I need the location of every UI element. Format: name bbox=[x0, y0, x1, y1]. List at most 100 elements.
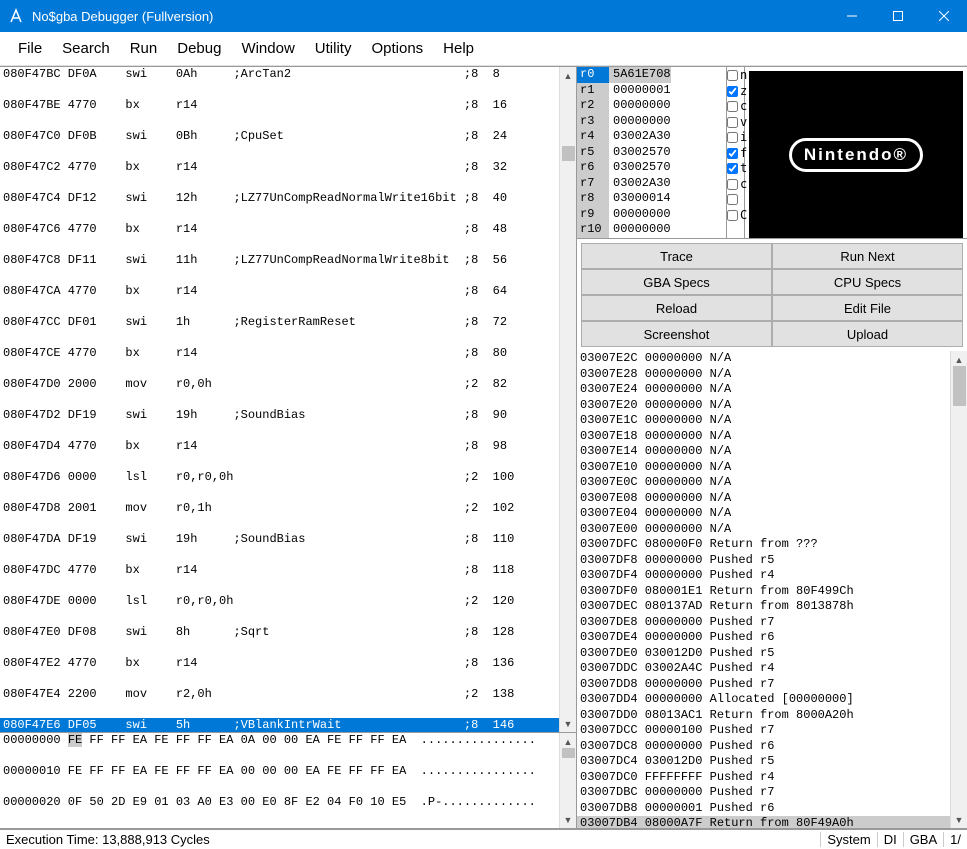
scroll-down-icon[interactable]: ▼ bbox=[953, 813, 966, 826]
flag-v[interactable]: v bbox=[727, 115, 744, 131]
hex-panel[interactable]: 00000000 FE FF FF EA FE FF FF EA 0A 00 0… bbox=[0, 733, 576, 829]
register-r10[interactable]: r1000000000 bbox=[577, 222, 726, 238]
disasm-row[interactable]: 080F47DC 4770 bx r14 ;8 118 bbox=[0, 563, 559, 579]
scroll-up-icon[interactable]: ▲ bbox=[562, 735, 575, 748]
screenshot-button[interactable]: Screenshot bbox=[581, 321, 772, 347]
menu-file[interactable]: File bbox=[8, 36, 52, 61]
flag-n[interactable]: n bbox=[727, 68, 744, 84]
cpu-specs-button[interactable]: CPU Specs bbox=[772, 269, 963, 295]
stack-row[interactable]: 03007E04 00000000 N/A bbox=[577, 506, 950, 522]
stack-row[interactable]: 03007DEC 080137AD Return from 8013878h bbox=[577, 599, 950, 615]
stack-panel[interactable]: 03007E2C 00000000 N/A03007E28 00000000 N… bbox=[577, 351, 967, 829]
menu-utility[interactable]: Utility bbox=[305, 36, 362, 61]
hex-row[interactable]: 00000010 FE FF FF EA FE FF FF EA 00 00 0… bbox=[0, 764, 559, 780]
reload-button[interactable]: Reload bbox=[581, 295, 772, 321]
disasm-row[interactable]: 080F47C8 DF11 swi 11h ;LZ77UnCompReadNor… bbox=[0, 253, 559, 269]
stack-row[interactable]: 03007DF0 080001E1 Return from 80F499Ch bbox=[577, 584, 950, 600]
close-button[interactable] bbox=[921, 0, 967, 32]
menu-help[interactable]: Help bbox=[433, 36, 484, 61]
run-next-button[interactable]: Run Next bbox=[772, 243, 963, 269]
disasm-row[interactable]: 080F47CC DF01 swi 1h ;RegisterRamReset ;… bbox=[0, 315, 559, 331]
trace-button[interactable]: Trace bbox=[581, 243, 772, 269]
stack-row[interactable]: 03007DF8 00000000 Pushed r5 bbox=[577, 553, 950, 569]
register-r7[interactable]: r703002A30 bbox=[577, 176, 726, 192]
hex-row[interactable]: 00000030 0F 50 BD E8 04 F0 5E E2 00 58 2… bbox=[0, 826, 559, 828]
menu-search[interactable]: Search bbox=[52, 36, 120, 61]
flag-checkbox[interactable] bbox=[727, 163, 738, 174]
stack-row[interactable]: 03007E18 00000000 N/A bbox=[577, 429, 950, 445]
flag-checkbox[interactable] bbox=[727, 86, 738, 97]
stack-row[interactable]: 03007DFC 080000F0 Return from ??? bbox=[577, 537, 950, 553]
flag-checkbox[interactable] bbox=[727, 70, 738, 81]
flag-z[interactable]: z bbox=[727, 84, 744, 100]
register-r1[interactable]: r100000001 bbox=[577, 83, 726, 99]
register-r3[interactable]: r300000000 bbox=[577, 114, 726, 130]
stack-row[interactable]: 03007DD8 00000000 Pushed r7 bbox=[577, 677, 950, 693]
edit-file-button[interactable]: Edit File bbox=[772, 295, 963, 321]
gba-specs-button[interactable]: GBA Specs bbox=[581, 269, 772, 295]
flag-c[interactable]: c bbox=[727, 99, 744, 115]
scroll-up-icon[interactable]: ▲ bbox=[562, 69, 575, 82]
disasm-row[interactable]: 080F47D4 4770 bx r14 ;8 98 bbox=[0, 439, 559, 455]
flag-checkbox[interactable] bbox=[727, 117, 738, 128]
stack-row[interactable]: 03007E0C 00000000 N/A bbox=[577, 475, 950, 491]
flag-checkbox[interactable] bbox=[727, 148, 738, 159]
scroll-down-icon[interactable]: ▼ bbox=[562, 717, 575, 730]
stack-row[interactable]: 03007E28 00000000 N/A bbox=[577, 367, 950, 383]
stack-row[interactable]: 03007DB4 08000A7F Return from 80F49A0h bbox=[577, 816, 950, 828]
disasm-row[interactable]: 080F47BC DF0A swi 0Ah ;ArcTan2 ;8 8 bbox=[0, 67, 559, 83]
stack-row[interactable]: 03007DC4 030012D0 Pushed r5 bbox=[577, 754, 950, 770]
scroll-up-icon[interactable]: ▲ bbox=[953, 353, 966, 366]
register-r4[interactable]: r403002A30 bbox=[577, 129, 726, 145]
hex-row[interactable]: 00000020 0F 50 2D E9 01 03 A0 E3 00 E0 8… bbox=[0, 795, 559, 811]
stack-row[interactable]: 03007DE8 00000000 Pushed r7 bbox=[577, 615, 950, 631]
stack-row[interactable]: 03007E08 00000000 N/A bbox=[577, 491, 950, 507]
disasm-row[interactable]: 080F47D2 DF19 swi 19h ;SoundBias ;8 90 bbox=[0, 408, 559, 424]
stack-row[interactable]: 03007E1C 00000000 N/A bbox=[577, 413, 950, 429]
flag-t[interactable]: t bbox=[727, 161, 744, 177]
stack-row[interactable]: 03007DE0 030012D0 Pushed r5 bbox=[577, 646, 950, 662]
flag-checkbox[interactable] bbox=[727, 210, 738, 221]
register-r2[interactable]: r200000000 bbox=[577, 98, 726, 114]
register-r8[interactable]: r803000014 bbox=[577, 191, 726, 207]
stack-row[interactable]: 03007DCC 00000100 Pushed r7 bbox=[577, 723, 950, 739]
flag-C[interactable]: C bbox=[727, 208, 744, 224]
disasm-row[interactable]: 080F47E4 2200 mov r2,0h ;2 138 bbox=[0, 687, 559, 703]
scroll-down-icon[interactable]: ▼ bbox=[562, 813, 575, 826]
registers-panel[interactable]: r05A61E708r100000001r200000000r300000000… bbox=[577, 67, 727, 238]
disasm-row[interactable]: 080F47DE 0000 lsl r0,r0,0h ;2 120 bbox=[0, 594, 559, 610]
flag-f[interactable]: f bbox=[727, 146, 744, 162]
scrollbar[interactable]: ▲ ▼ bbox=[950, 351, 967, 828]
register-r9[interactable]: r900000000 bbox=[577, 207, 726, 223]
disasm-row[interactable]: 080F47D6 0000 lsl r0,r0,0h ;2 100 bbox=[0, 470, 559, 486]
disasm-row[interactable]: 080F47BE 4770 bx r14 ;8 16 bbox=[0, 98, 559, 114]
disassembly-panel[interactable]: 080F47BC DF0A swi 0Ah ;ArcTan2 ;8 8 080F… bbox=[0, 67, 576, 733]
flag-checkbox[interactable] bbox=[727, 179, 738, 190]
stack-row[interactable]: 03007E24 00000000 N/A bbox=[577, 382, 950, 398]
stack-row[interactable]: 03007DDC 03002A4C Pushed r4 bbox=[577, 661, 950, 677]
stack-row[interactable]: 03007DC8 00000000 Pushed r6 bbox=[577, 739, 950, 755]
disasm-row[interactable]: 080F47D0 2000 mov r0,0h ;2 82 bbox=[0, 377, 559, 393]
stack-row[interactable]: 03007DB8 00000001 Pushed r6 bbox=[577, 801, 950, 817]
stack-row[interactable]: 03007E2C 00000000 N/A bbox=[577, 351, 950, 367]
stack-row[interactable]: 03007DD0 08013AC1 Return from 8000A20h bbox=[577, 708, 950, 724]
disasm-row[interactable]: 080F47E2 4770 bx r14 ;8 136 bbox=[0, 656, 559, 672]
disasm-row[interactable]: 080F47C6 4770 bx r14 ;8 48 bbox=[0, 222, 559, 238]
minimize-button[interactable] bbox=[829, 0, 875, 32]
stack-row[interactable]: 03007E20 00000000 N/A bbox=[577, 398, 950, 414]
disasm-row[interactable]: 080F47C2 4770 bx r14 ;8 32 bbox=[0, 160, 559, 176]
stack-row[interactable]: 03007DD4 00000000 Allocated [00000000] bbox=[577, 692, 950, 708]
disasm-row[interactable]: 080F47CA 4770 bx r14 ;8 64 bbox=[0, 284, 559, 300]
menu-options[interactable]: Options bbox=[361, 36, 433, 61]
disasm-row[interactable]: 080F47DA DF19 swi 19h ;SoundBias ;8 110 bbox=[0, 532, 559, 548]
flag-x[interactable] bbox=[727, 192, 744, 208]
flag-checkbox[interactable] bbox=[727, 101, 738, 112]
disasm-row[interactable]: 080F47E6 DF05 swi 5h ;VBlankIntrWait ;8 … bbox=[0, 718, 559, 732]
hex-row[interactable]: 00000000 FE FF FF EA FE FF FF EA 0A 00 0… bbox=[0, 733, 559, 749]
menu-run[interactable]: Run bbox=[120, 36, 168, 61]
flag-checkbox[interactable] bbox=[727, 194, 738, 205]
stack-row[interactable]: 03007DBC 00000000 Pushed r7 bbox=[577, 785, 950, 801]
stack-row[interactable]: 03007E00 00000000 N/A bbox=[577, 522, 950, 538]
disasm-row[interactable]: 080F47C4 DF12 swi 12h ;LZ77UnCompReadNor… bbox=[0, 191, 559, 207]
menu-window[interactable]: Window bbox=[231, 36, 304, 61]
